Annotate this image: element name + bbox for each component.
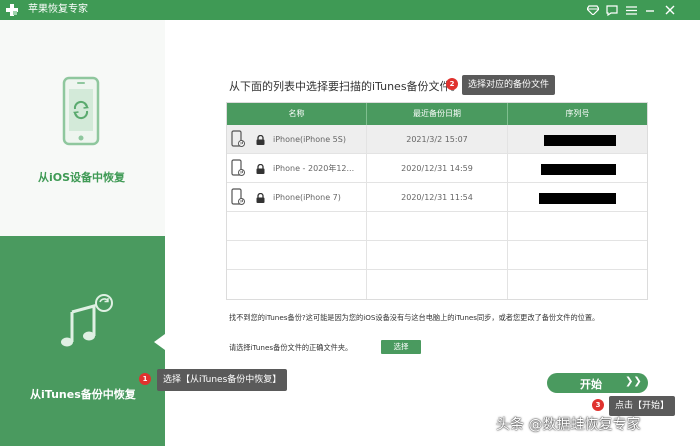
- cell-name: iPhone(iPhone 5S): [227, 125, 367, 154]
- cell-empty: [367, 212, 508, 241]
- close-icon[interactable]: [663, 3, 677, 17]
- cell-date: 2020/12/31 14:59: [367, 154, 508, 183]
- annotation-badge: 3: [592, 399, 604, 411]
- choose-folder-button[interactable]: 选择: [381, 340, 421, 354]
- cell-empty: [367, 270, 508, 299]
- annotation-tip: 选择对应的备份文件: [462, 75, 556, 95]
- sidebar-selection-notch: [154, 334, 165, 350]
- table-row-empty: [227, 212, 647, 241]
- menu-icon[interactable]: [624, 3, 638, 17]
- cell-serial: [508, 125, 647, 154]
- table-row[interactable]: iPhone(iPhone 5S) 2021/3/2 15:07: [227, 125, 647, 154]
- column-header-name[interactable]: 名称: [227, 103, 367, 125]
- cell-empty: [227, 241, 367, 270]
- start-button[interactable]: 开始 ❯❯: [547, 373, 648, 393]
- title-bar: 苹果恢复专家: [0, 0, 700, 20]
- annotation-badge: 1: [139, 373, 151, 385]
- start-button-label: 开始: [580, 378, 602, 391]
- double-chevron-right-icon: ❯❯: [625, 376, 642, 387]
- cell-date: 2021/3/2 15:07: [367, 125, 508, 154]
- app-title: 苹果恢复专家: [28, 4, 88, 15]
- redacted-serial: [541, 164, 616, 175]
- diamond-icon[interactable]: [586, 3, 600, 17]
- iphone-backup-icon: [231, 188, 245, 205]
- sidebar-item-ios-device[interactable]: 从iOS设备中恢复: [0, 20, 165, 236]
- iphone-backup-icon: [231, 159, 245, 176]
- column-header-date[interactable]: 最近备份日期: [367, 103, 508, 125]
- choose-folder-label: 请选择iTunes备份文件的正确文件夹。: [229, 343, 353, 352]
- minimize-icon[interactable]: [643, 3, 657, 17]
- cell-date: 2020/12/31 11:54: [367, 183, 508, 212]
- backup-table: 名称 最近备份日期 序列号 iPhone(iPhone 5S) 2021/3/2…: [226, 102, 648, 300]
- sidebar-label-itunes: 从iTunes备份中恢复: [30, 388, 136, 401]
- annotation-badge: 2: [446, 78, 458, 90]
- cell-empty: [367, 241, 508, 270]
- table-row[interactable]: iPhone - 2020年12... 2020/12/31 14:59: [227, 154, 647, 183]
- column-header-serial[interactable]: 序列号: [508, 103, 647, 125]
- lock-icon: [256, 135, 265, 145]
- cell-serial: [508, 154, 647, 183]
- device-name: iPhone(iPhone 7): [273, 193, 341, 202]
- cell-serial: [508, 183, 647, 212]
- table-row[interactable]: iPhone(iPhone 7) 2020/12/31 11:54: [227, 183, 647, 212]
- chat-icon[interactable]: [605, 3, 619, 17]
- device-name: iPhone(iPhone 5S): [273, 135, 346, 144]
- sidebar-item-itunes-backup[interactable]: 从iTunes备份中恢复: [0, 236, 165, 446]
- app-logo-icon: [6, 4, 18, 16]
- phone-restore-icon: [62, 76, 100, 146]
- table-row-empty: [227, 270, 647, 299]
- music-note-icon: [61, 294, 113, 347]
- watermark: 头条 @数据蛙恢复专家: [496, 417, 641, 433]
- device-name: iPhone - 2020年12...: [273, 164, 355, 173]
- table-row-empty: [227, 241, 647, 270]
- help-note: 找不到您的iTunes备份?这可能是因为您的iOS设备没有与这台电脑上的iTun…: [229, 313, 600, 322]
- cell-name: iPhone - 2020年12...: [227, 154, 367, 183]
- redacted-serial: [539, 193, 616, 204]
- annotation-tip: 选择【从iTunes备份中恢复】: [157, 369, 288, 391]
- table-header: 名称 最近备份日期 序列号: [227, 103, 647, 125]
- lock-icon: [256, 164, 265, 174]
- cell-empty: [227, 212, 367, 241]
- redacted-serial: [544, 135, 616, 146]
- iphone-backup-icon: [231, 130, 245, 147]
- sidebar-label-ios: 从iOS设备中恢复: [38, 171, 126, 184]
- cell-name: iPhone(iPhone 7): [227, 183, 367, 212]
- cell-empty: [227, 270, 367, 299]
- annotation-tip: 点击【开始】: [609, 396, 676, 416]
- lock-icon: [256, 193, 265, 203]
- instruction-text: 从下面的列表中选择要扫描的iTunes备份文件。: [229, 80, 462, 93]
